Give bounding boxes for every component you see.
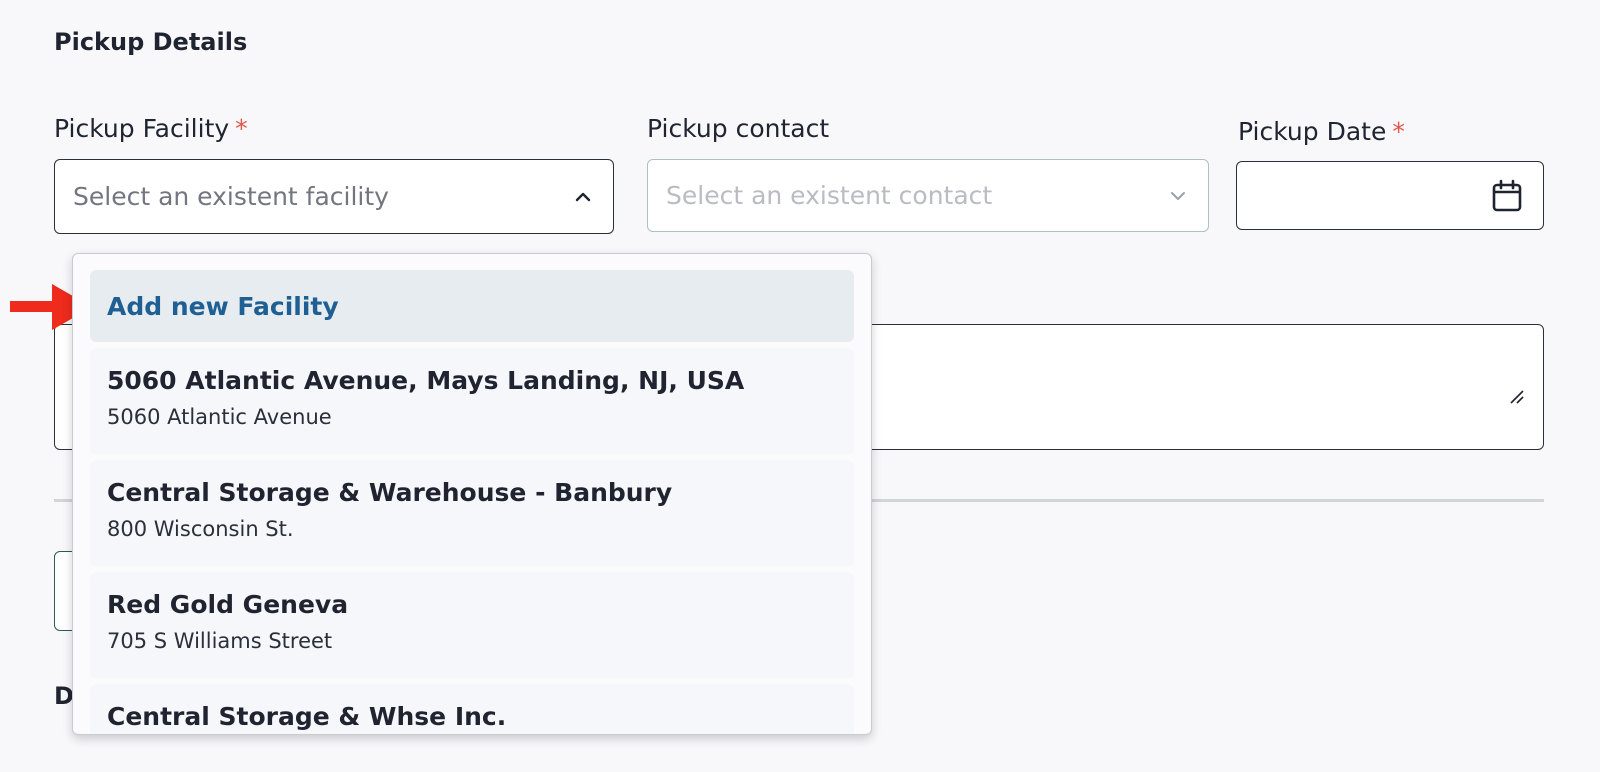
resize-handle-icon[interactable] <box>1509 389 1525 409</box>
pickup-facility-label-text: Pickup Facility <box>54 114 230 143</box>
facility-option-title: Central Storage & Warehouse - Banbury <box>107 478 673 507</box>
pickup-facility-label: Pickup Facility * <box>54 114 248 143</box>
pickup-contact-select[interactable]: Select an existent contact <box>647 159 1209 232</box>
facility-option[interactable]: Central Storage & Whse Inc. <box>90 684 854 734</box>
facility-option[interactable]: Central Storage & Warehouse - Banbury 80… <box>90 460 854 566</box>
facility-option-title: 5060 Atlantic Avenue, Mays Landing, NJ, … <box>107 366 745 395</box>
facility-option-address: 705 S Williams Street <box>107 629 333 653</box>
pickup-facility-placeholder: Select an existent facility <box>73 182 389 211</box>
facility-option[interactable]: Red Gold Geneva 705 S Williams Street <box>90 572 854 678</box>
chevron-up-icon[interactable] <box>571 185 595 209</box>
pickup-contact-placeholder: Select an existent contact <box>666 181 993 210</box>
required-asterisk: * <box>235 114 248 143</box>
next-section-heading: D <box>54 682 74 710</box>
pickup-date-label: Pickup Date * <box>1238 117 1405 146</box>
facility-option-address: 5060 Atlantic Avenue <box>107 405 332 429</box>
section-title: Pickup Details <box>54 28 248 56</box>
pickup-date-input[interactable] <box>1236 161 1544 230</box>
add-new-facility-option[interactable]: Add new Facility <box>90 270 854 342</box>
facility-option-address: 800 Wisconsin St. <box>107 517 294 541</box>
facility-option-title: Red Gold Geneva <box>107 590 349 619</box>
chevron-down-icon <box>1166 184 1190 208</box>
pickup-contact-label: Pickup contact <box>647 114 830 143</box>
facility-option-title: Central Storage & Whse Inc. <box>107 702 507 731</box>
pickup-details-form: Pickup Details Pickup Facility * Select a… <box>0 0 1600 772</box>
facility-option[interactable]: 5060 Atlantic Avenue, Mays Landing, NJ, … <box>90 348 854 454</box>
pickup-date-label-text: Pickup Date <box>1238 117 1387 146</box>
required-asterisk: * <box>1392 117 1405 146</box>
facility-dropdown-menu: Add new Facility 5060 Atlantic Avenue, M… <box>72 253 872 735</box>
pickup-facility-select[interactable]: Select an existent facility <box>54 159 614 234</box>
calendar-icon[interactable] <box>1491 179 1523 217</box>
